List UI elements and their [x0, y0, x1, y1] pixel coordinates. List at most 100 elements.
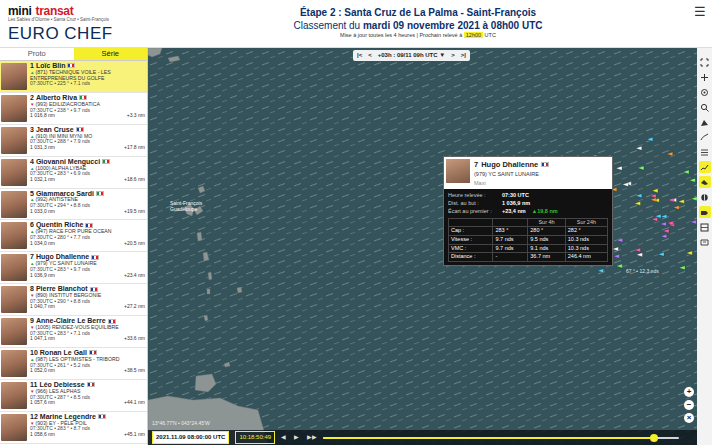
ranking-row[interactable]: 6Quentin Riche▲(947) RACE FOR PURE OCEAN… [0, 220, 147, 252]
stats-label: Vitesse : [449, 235, 493, 244]
boat-marker[interactable] [634, 201, 640, 205]
map-tool-icon[interactable] [699, 146, 711, 158]
ranking-row[interactable]: 9Anne-Claire Le Berre▼(1005) RENDEZ-VOUS… [0, 316, 147, 348]
boat-marker[interactable] [679, 266, 685, 270]
boat-marker[interactable] [668, 198, 674, 202]
boat-marker[interactable] [617, 238, 623, 242]
ranking-row[interactable]: 11Léo Debiesse▼(966) LES ALPHAS07:30UTC … [0, 380, 147, 412]
skipper-name-line: 7Hugo Dhallenne [30, 253, 145, 261]
boat-marker[interactable] [636, 253, 642, 257]
boat-marker[interactable] [667, 152, 673, 156]
boat-marker[interactable] [652, 217, 658, 221]
tooltip-rank: 7 [474, 159, 478, 170]
event-logo[interactable]: mini transat Les Sables d'Olonne • Santa… [0, 0, 148, 47]
boat-marker[interactable] [612, 247, 618, 251]
nav-button[interactable]: < [368, 51, 372, 60]
stats-cell: 283 ° [493, 227, 528, 236]
boat-marker[interactable] [652, 189, 658, 193]
boat-marker[interactable] [667, 221, 673, 225]
boat-marker[interactable] [683, 170, 689, 174]
nav-button[interactable]: > [451, 51, 455, 60]
zoom-button[interactable]: + [684, 387, 694, 397]
time-selector[interactable]: +03h : 09/11 09h UTC ▼ [378, 51, 445, 60]
menu-icon[interactable]: ☰ [688, 0, 712, 47]
ranking-row[interactable]: 1Loïc Blin▲(871) TECHNIQUE VOILE - LES E… [0, 61, 147, 93]
race-map[interactable]: |<<+03h : 09/11 09h UTC ▼>>| Saint-Franç… [148, 48, 697, 445]
skipper-info: 5Giammarco Sardi▲(992) ANTISTENE07:30UTC… [30, 190, 145, 219]
boat-marker[interactable] [686, 251, 692, 255]
boat-marker[interactable] [691, 197, 697, 201]
boat-name: (979) YC SAINT LUNAIRE [35, 260, 96, 266]
boat-marker[interactable] [663, 229, 669, 233]
skipper-rank: 5 [30, 190, 34, 198]
boat-marker[interactable] [647, 137, 653, 141]
map-tool-icon[interactable] [699, 131, 711, 143]
boat-name: (966) LES ALPHAS [35, 388, 80, 394]
class-tab[interactable]: Proto [0, 48, 74, 61]
ranking-row[interactable]: 3Jean Cruse▲(910) INI MINI MYNI MO07:30U… [0, 125, 147, 157]
boat-marker[interactable] [616, 166, 622, 170]
nav-button[interactable]: >| [461, 51, 466, 60]
skipper-name: Marine Legendre [40, 413, 96, 421]
boat-marker[interactable] [650, 198, 656, 202]
boat-marker[interactable] [616, 264, 622, 268]
map-tool-icon[interactable] [699, 206, 711, 218]
skipper-name: Giammarco Sardi [36, 190, 94, 198]
map-canvas[interactable] [148, 48, 697, 445]
playback-button[interactable]: ▶▶ [307, 433, 317, 442]
ranking-row[interactable]: 5Giammarco Sardi▲(992) ANTISTENE07:30UTC… [0, 189, 147, 221]
map-tool-icon[interactable] [699, 116, 711, 128]
nav-button[interactable]: |< [357, 51, 362, 60]
skipper-photo [1, 95, 27, 122]
tooltip-body: Heure relevée :07:30 UTCDist. au but :1 … [444, 189, 612, 265]
ranking-row[interactable]: 10Ronan Le Gall▲(987) LES OPTIMISTES - T… [0, 348, 147, 380]
boat-marker[interactable] [689, 178, 695, 182]
map-tool-icon[interactable] [699, 221, 711, 233]
boat-marker[interactable] [661, 234, 667, 238]
boat-marker[interactable] [622, 183, 628, 187]
boat-marker[interactable] [650, 194, 656, 198]
boat-marker[interactable] [635, 248, 641, 252]
map-tool-icon[interactable] [699, 101, 711, 113]
boat-marker[interactable] [678, 199, 684, 203]
map-tool-icon[interactable] [699, 86, 711, 98]
gap-to-leader: +17.8 nm [124, 145, 145, 151]
boat-marker[interactable] [658, 252, 664, 256]
boat-marker[interactable] [660, 222, 666, 226]
ranking-row[interactable]: 7Hugo Dhallenne▲(979) YC SAINT LUNAIRE07… [0, 252, 147, 284]
trend-arrow-icon: ▲ [30, 197, 34, 202]
boat-marker[interactable] [655, 214, 661, 218]
zoom-button[interactable]: × [684, 413, 694, 423]
ranking-row[interactable]: 4Giovanni Mengucci▲(1000) ALPHA LYBAE07:… [0, 157, 147, 189]
playback-button[interactable]: ▶ [294, 433, 299, 442]
map-tool-icon[interactable] [699, 236, 711, 248]
ranking-row[interactable]: 2Alberto Riva▼(993) EDILIZIACROBATICA07:… [0, 93, 147, 125]
ranking-row[interactable]: 8Pierre Blanchot▼(890) INSTITUT BERGONIE… [0, 284, 147, 316]
boat-marker[interactable] [636, 146, 642, 150]
timeline-knob[interactable] [650, 434, 658, 442]
boat-name: (947) RACE FOR PURE OCEAN [35, 228, 111, 234]
gap-to-leader: +44.1 nm [124, 400, 145, 406]
boat-marker[interactable] [613, 254, 619, 258]
map-tool-icon[interactable] [699, 191, 711, 203]
map-tool-icon[interactable] [699, 56, 711, 68]
distance-to-finish: 1 057,6 nm [30, 400, 55, 406]
boat-marker[interactable] [636, 194, 642, 198]
boat-marker[interactable] [638, 166, 644, 170]
boat-marker[interactable] [673, 206, 679, 210]
skipper-info: 2Alberto Riva▼(993) EDILIZIACROBATICA07:… [30, 94, 145, 123]
zoom-button[interactable]: − [684, 400, 694, 410]
class-tab[interactable]: Série [74, 48, 148, 61]
ranking-row[interactable]: 12Marine Legendre▼(903) EY - PÉLE POIL07… [0, 412, 147, 444]
boat-marker[interactable] [661, 214, 667, 218]
timeline-slider[interactable] [323, 437, 679, 439]
playback-button[interactable]: ◀ [281, 433, 286, 442]
distance-line: 1 036,9 nm+23.4 nm [30, 273, 145, 279]
map-tool-icon[interactable] [699, 161, 711, 173]
boat-marker[interactable] [597, 269, 603, 273]
flag-icon [108, 319, 116, 324]
map-tool-icon[interactable] [699, 176, 711, 188]
boat-marker[interactable] [690, 220, 696, 224]
skipper-name: Pierre Blanchot [36, 285, 88, 293]
map-tool-icon[interactable] [699, 71, 711, 83]
